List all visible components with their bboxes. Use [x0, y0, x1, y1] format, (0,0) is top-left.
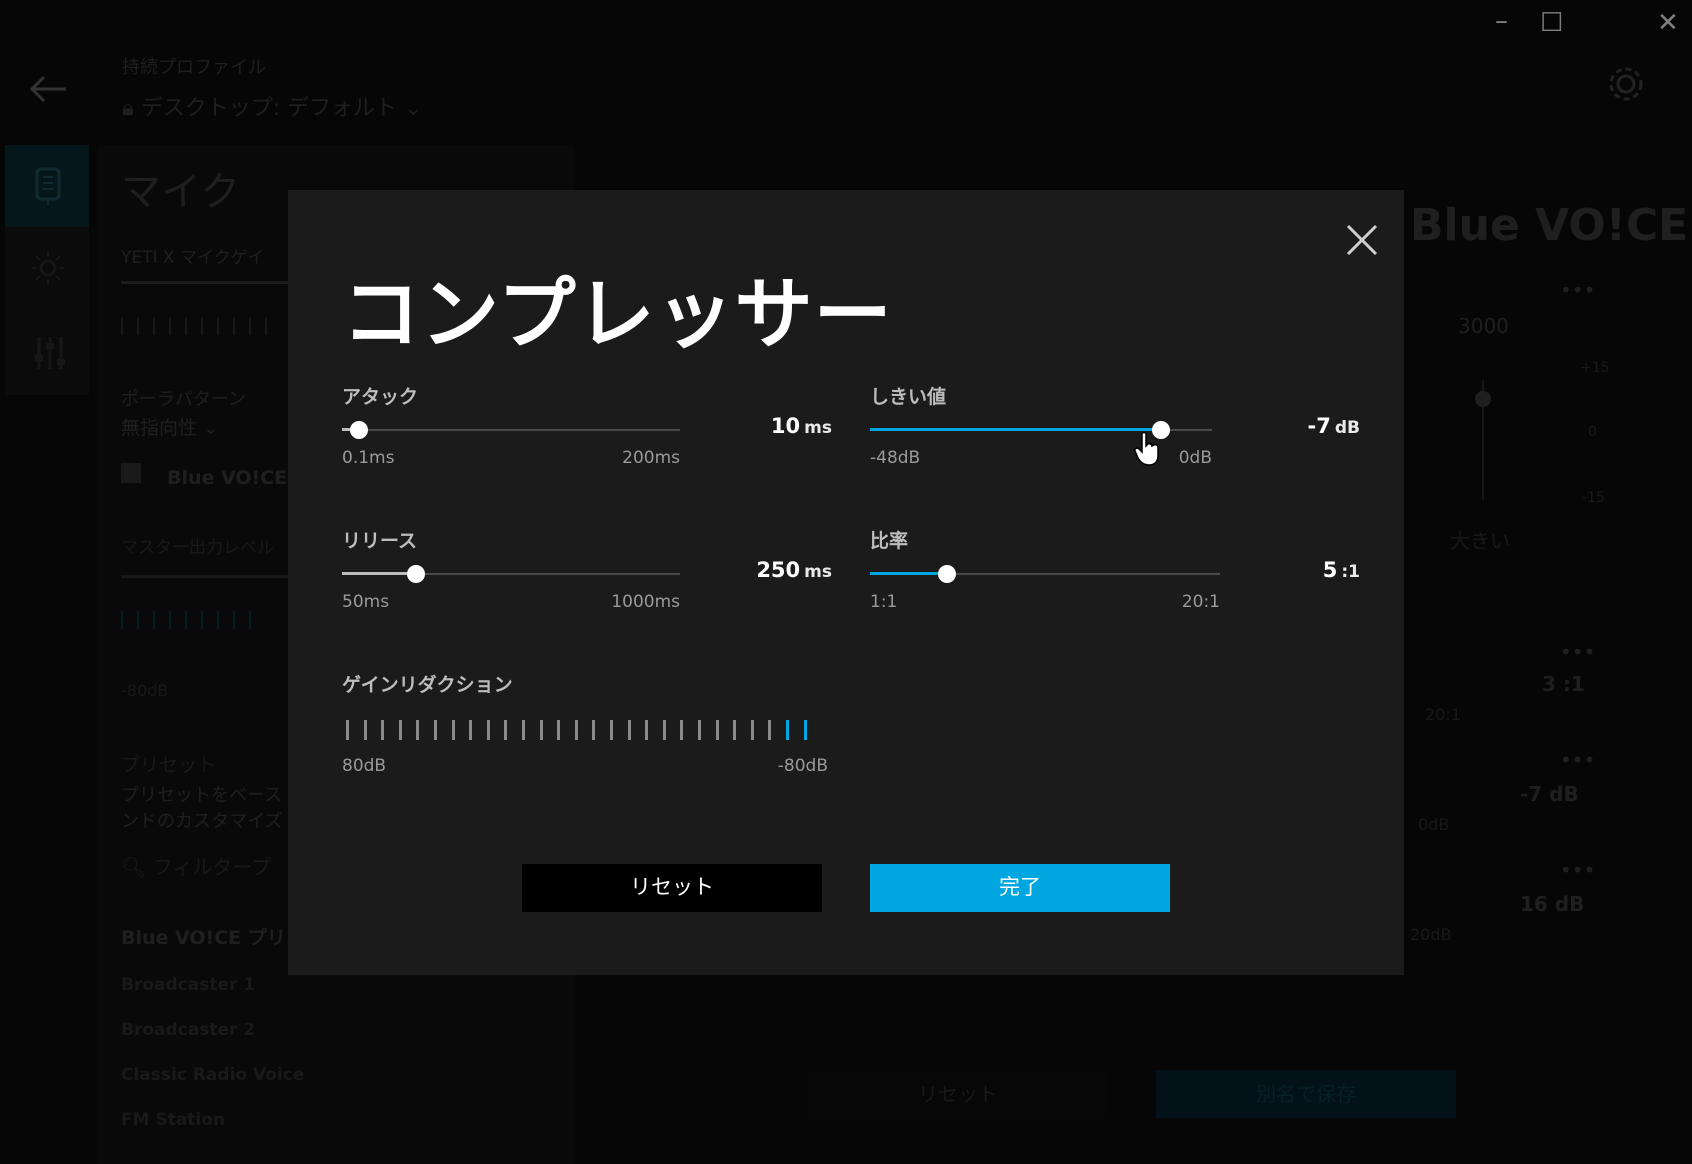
release-value: 250 ms [756, 558, 832, 582]
gain-reduction-tick [557, 720, 561, 740]
gain-reduction-tick [504, 720, 508, 740]
release-slider-thumb[interactable] [407, 565, 426, 583]
gain-reduction-left: 80dB [342, 756, 387, 776]
ratio-slider-fill [870, 572, 947, 575]
attack-value: 10 ms [770, 414, 832, 438]
hand-cursor-icon [1134, 432, 1159, 466]
compressor-dialog: コンプレッサー アタック 0.1ms 200ms 10 ms しきい値 -48dB… [288, 190, 1404, 975]
gain-reduction-tick [733, 720, 737, 740]
release-max: 1000ms [611, 592, 680, 612]
gain-reduction-tick [680, 720, 684, 740]
gain-reduction-tick [381, 720, 385, 740]
attack-min: 0.1ms [342, 448, 395, 468]
gain-reduction-tick [592, 720, 596, 740]
gain-reduction-tick [662, 720, 666, 740]
gain-reduction-tick [486, 720, 490, 740]
attack-max: 200ms [622, 448, 680, 468]
close-icon[interactable] [1342, 220, 1382, 260]
threshold-label: しきい値 [870, 386, 947, 408]
attack-label: アタック [342, 386, 419, 408]
gain-reduction-right: -80dB [777, 756, 828, 776]
gain-reduction-tick [627, 720, 631, 740]
threshold-slider-fill [870, 428, 1161, 431]
threshold-value: -7 dB [1307, 414, 1360, 438]
gain-reduction-tick [715, 720, 719, 740]
attack-slider-track[interactable] [342, 429, 680, 431]
ratio-label: 比率 [870, 530, 909, 552]
gain-reduction-tick [698, 720, 701, 740]
ratio-max: 20:1 [1181, 592, 1220, 612]
gain-reduction-tick [786, 720, 789, 740]
gain-reduction-tick [645, 720, 649, 740]
gain-reduction-tick [539, 720, 543, 740]
gain-reduction-tick [610, 720, 613, 740]
gain-reduction-tick [574, 720, 578, 740]
gain-reduction-tick [768, 720, 772, 740]
gain-reduction-tick [451, 720, 455, 740]
attack-slider-thumb[interactable] [349, 421, 368, 439]
gain-reduction-tick [398, 720, 402, 740]
gain-reduction-tick [434, 720, 437, 740]
release-label: リリース [342, 530, 418, 552]
release-slider-fill [342, 572, 417, 575]
done-button[interactable]: 完了 [870, 864, 1170, 912]
gain-reduction-tick [750, 720, 754, 740]
gain-reduction-tick [346, 720, 349, 740]
reset-button[interactable]: リセット [522, 864, 822, 912]
threshold-min: -48dB [870, 448, 921, 468]
gain-reduction-tick [363, 720, 367, 740]
gain-reduction-tick [803, 720, 807, 740]
threshold-max: 0dB [1178, 448, 1212, 468]
dialog-title: コンプレッサー [342, 270, 893, 360]
ratio-slider-thumb[interactable] [938, 565, 956, 583]
gain-reduction-label: ゲインリダクション [342, 674, 513, 696]
ratio-min: 1:1 [870, 592, 898, 612]
gain-reduction-tick [469, 720, 473, 740]
gain-reduction-tick [522, 720, 525, 740]
ratio-value: 5:1 [1322, 558, 1360, 582]
release-min: 50ms [342, 592, 390, 612]
gain-reduction-tick [416, 720, 420, 740]
